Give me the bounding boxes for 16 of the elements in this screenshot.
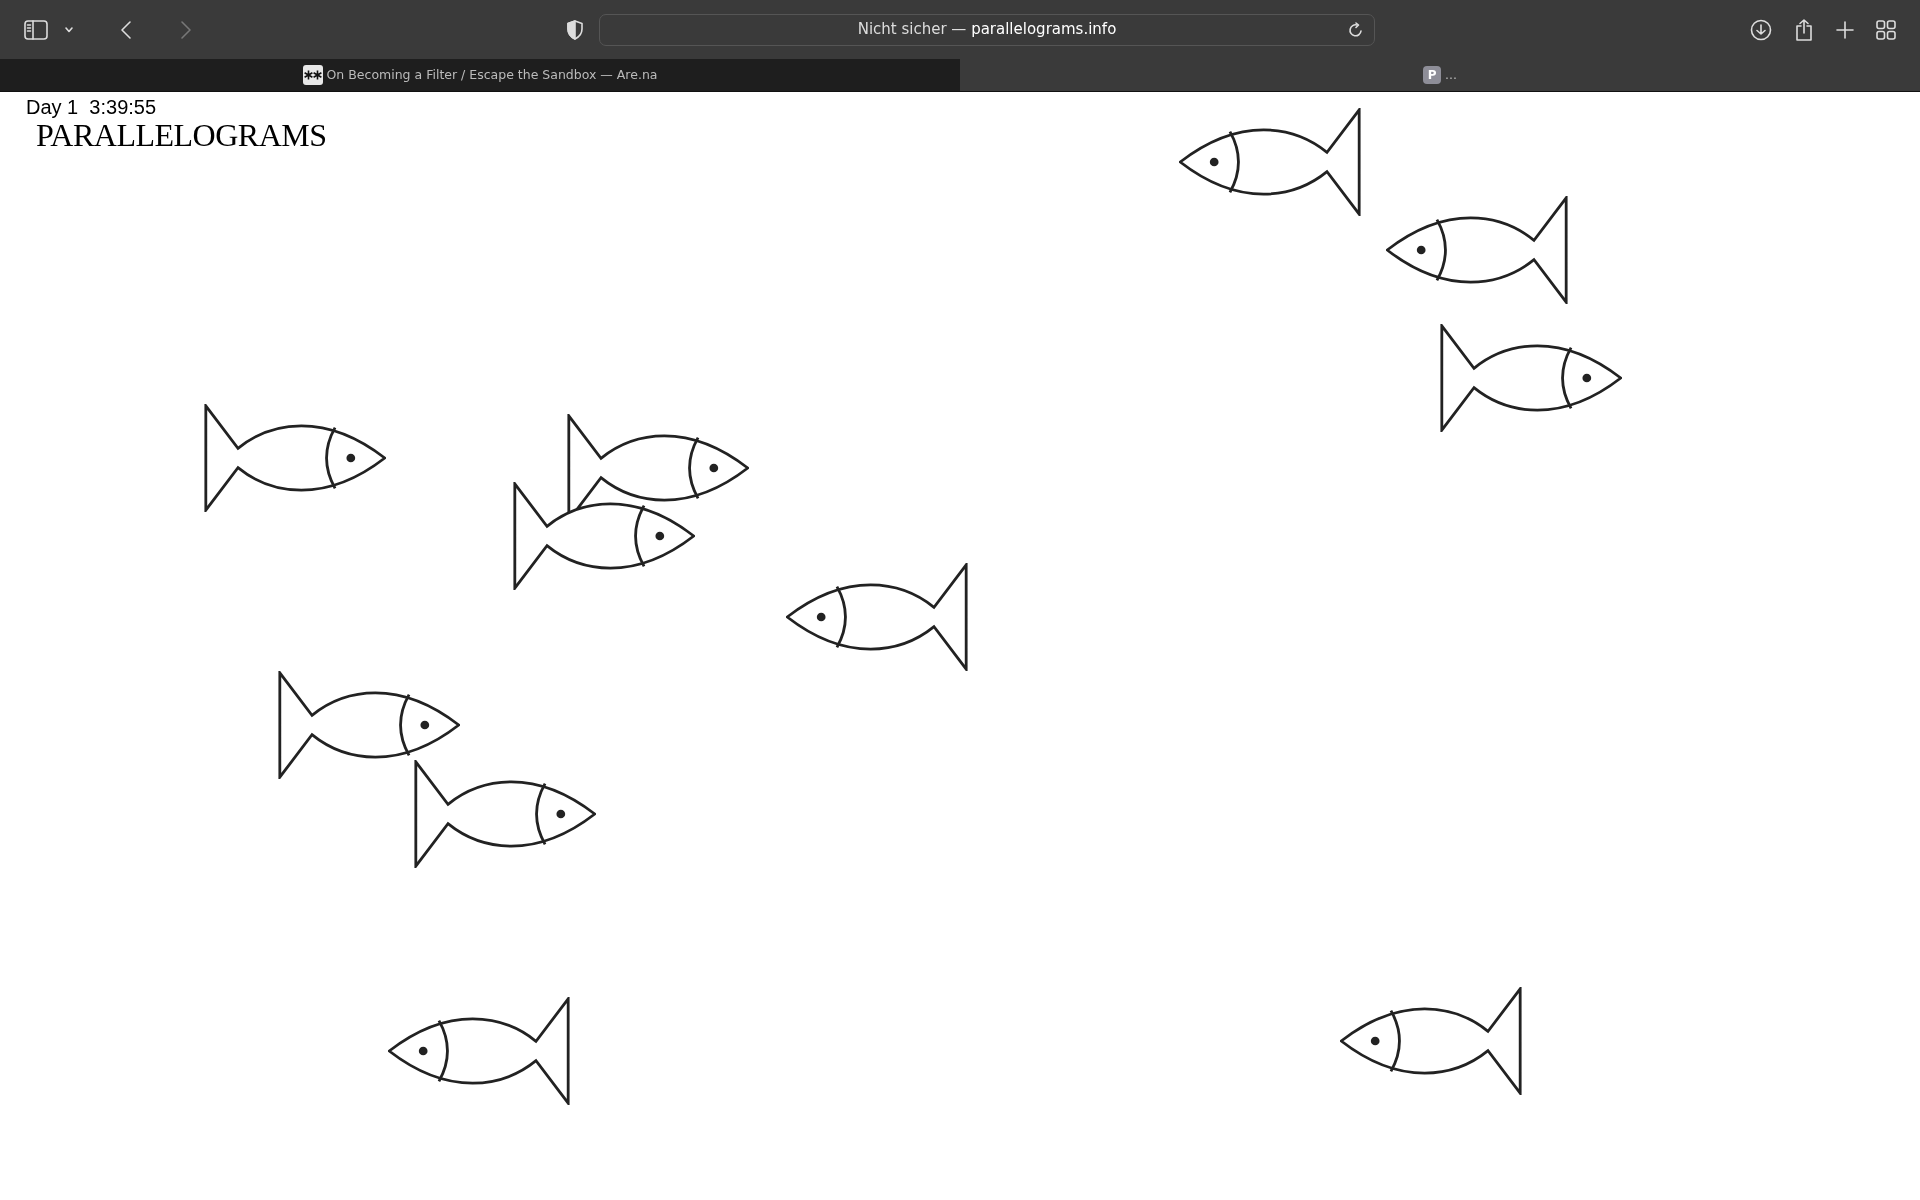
- share-icon[interactable]: [1794, 17, 1814, 42]
- address-text: Nicht sicher — parallelograms.info: [857, 19, 1117, 41]
- back-icon[interactable]: [120, 19, 132, 40]
- download-icon[interactable]: [1750, 18, 1772, 41]
- sidebar-icon[interactable]: [24, 19, 48, 40]
- browser-tab[interactable]: On Becoming a Filter / Escape the Sandbox — Are.na: [0, 59, 960, 91]
- clock-text: Day 1 3:39:55: [26, 96, 157, 118]
- reload-icon[interactable]: [1348, 21, 1364, 38]
- favicon: P: [1423, 66, 1442, 84]
- address-bar[interactable]: Nicht sicher — parallelograms.info: [599, 13, 1375, 46]
- chevron-down-icon[interactable]: [64, 25, 74, 34]
- site-title: PARALLELOGRAMS: [36, 118, 327, 154]
- tab-overview-icon[interactable]: [1876, 19, 1896, 40]
- asterisk-favicon-icon: [302, 65, 323, 85]
- plus-icon[interactable]: [1836, 20, 1854, 39]
- shield-icon[interactable]: [567, 19, 583, 40]
